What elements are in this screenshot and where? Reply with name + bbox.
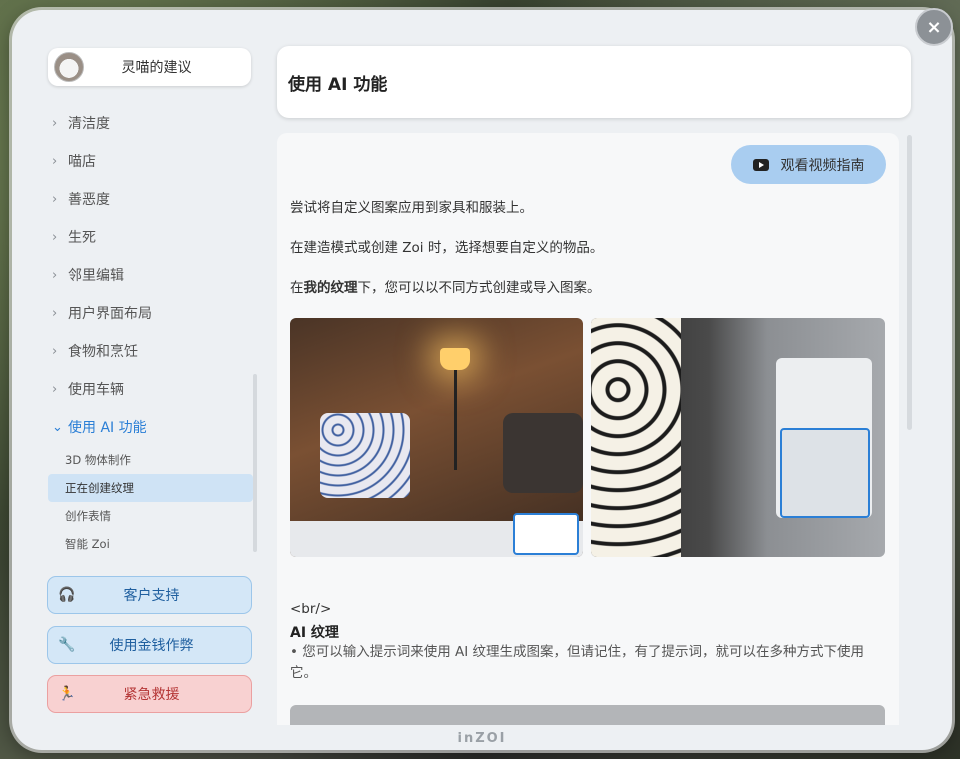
nav-item-label: 喵店 (68, 154, 96, 170)
headset-icon: 🎧 (58, 587, 76, 603)
nav-item-neighborhood-edit[interactable]: › 邻里编辑 (48, 256, 253, 294)
video-button-label: 观看视频指南 (780, 157, 865, 174)
chevron-right-icon: › (52, 191, 58, 207)
clothing-texture-screenshot (591, 318, 885, 557)
brand-logo: inZOI (457, 731, 507, 746)
paragraph-text: 下，您可以以不同方式创建或导入图案。 (357, 280, 601, 296)
wrench-icon: 🔧 (58, 637, 76, 653)
customer-support-button[interactable]: 🎧 客户支持 (47, 576, 252, 614)
chevron-right-icon: › (52, 305, 58, 321)
sidebar-scrollbar[interactable] (253, 374, 257, 552)
cat-avatar (54, 52, 84, 82)
topic-nav: › 清洁度 › 喵店 › 善恶度 › 生死 › 邻里编辑 › 用户界面布局 › 食物和烹饪 ›… (48, 104, 253, 558)
emergency-rescue-button[interactable]: 🏃 紧急救援 (47, 675, 252, 713)
chevron-down-icon: ⌄ (52, 419, 63, 435)
close-icon: × (926, 16, 942, 38)
bullet-text: • 您可以输入提示词来使用 AI 纹理生成图案，但请记住，有了提示词，就可以在多… (290, 644, 865, 681)
running-person-icon: 🏃 (58, 686, 76, 702)
paragraph: 尝试将自定义图案应用到家具和服装上。 (290, 200, 533, 216)
nav-item-vehicles[interactable]: › 使用车辆 (48, 370, 253, 408)
chevron-right-icon: › (52, 153, 58, 169)
br-tag-text: <br/> (290, 601, 332, 617)
nav-item-food-cooking[interactable]: › 食物和烹饪 (48, 332, 253, 370)
texture-panel-image (776, 358, 872, 518)
nav-item-karma[interactable]: › 善恶度 (48, 180, 253, 218)
content-scrollbar[interactable] (907, 135, 912, 430)
nav-item-label: 善恶度 (68, 192, 110, 208)
close-button[interactable]: × (915, 8, 953, 46)
patterned-shirt-image (591, 318, 681, 557)
chevron-right-icon: › (52, 115, 58, 131)
sub-item-smart-zoi[interactable]: 智能 Zoi (48, 530, 253, 558)
furniture-texture-screenshot (290, 318, 583, 557)
sidebar: 灵喵的建议 › 清洁度 › 喵店 › 善恶度 › 生死 › 邻里编辑 › 用户界面布局 › 食… (35, 36, 257, 726)
section-title: AI 纹理 (290, 625, 339, 641)
chevron-right-icon: › (52, 229, 58, 245)
nav-item-ai-features[interactable]: ⌄ 使用 AI 功能 (48, 408, 253, 446)
nav-item-label: 使用车辆 (68, 382, 124, 398)
texture-picker-highlight (513, 513, 579, 555)
texture-selection-highlight (780, 428, 870, 518)
advisor-card[interactable]: 灵喵的建议 (48, 48, 251, 86)
chevron-right-icon: › (52, 267, 58, 283)
chevron-right-icon: › (52, 343, 58, 359)
sub-item-3d-object[interactable]: 3D 物体制作 (48, 446, 253, 474)
nav-item-label: 用户界面布局 (68, 306, 152, 322)
nav-item-label: 清洁度 (68, 116, 110, 132)
nav-item-label: 邻里编辑 (68, 268, 124, 284)
watch-video-guide-button[interactable]: 观看视频指南 (731, 145, 886, 184)
paragraph: 在我的纹理下，您可以以不同方式创建或导入图案。 (290, 276, 601, 296)
nav-item-life-death[interactable]: › 生死 (48, 218, 253, 256)
page-header: 使用 AI 功能 (277, 46, 911, 118)
patterned-armchair-image (320, 413, 410, 498)
cheat-label: 使用金钱作弊 (109, 638, 194, 654)
advisor-label: 灵喵的建议 (121, 60, 192, 76)
leather-sofa-image (503, 413, 583, 493)
next-screenshot-preview (290, 705, 885, 725)
chevron-right-icon: › (52, 381, 58, 397)
youtube-icon (752, 158, 769, 171)
paragraph: 在建造模式或创建 Zoi 时，选择想要自定义的物品。 (290, 240, 604, 256)
nav-item-ui-layout[interactable]: › 用户界面布局 (48, 294, 253, 332)
paragraph-text: 在 (290, 280, 304, 296)
sub-item-create-expression[interactable]: 创作表情 (48, 502, 253, 530)
rescue-label: 紧急救援 (123, 687, 180, 703)
nav-item-label: 生死 (68, 230, 96, 246)
money-cheat-button[interactable]: 🔧 使用金钱作弊 (47, 626, 252, 664)
floor-lamp-image (440, 348, 470, 370)
support-label: 客户支持 (123, 588, 180, 604)
nav-item-meow-shop[interactable]: › 喵店 (48, 142, 253, 180)
nav-item-label: 食物和烹饪 (68, 344, 138, 360)
nav-item-cleanliness[interactable]: › 清洁度 (48, 104, 253, 142)
paragraph-bold-text: 我的纹理 (303, 280, 358, 296)
nav-item-label: 使用 AI 功能 (68, 420, 147, 436)
article-content: 观看视频指南 尝试将自定义图案应用到家具和服装上。 在建造模式或创建 Zoi 时… (277, 133, 899, 725)
lamp-pole-image (454, 370, 457, 470)
page-title: 使用 AI 功能 (288, 74, 388, 95)
sub-item-creating-texture[interactable]: 正在创建纹理 (48, 474, 253, 502)
